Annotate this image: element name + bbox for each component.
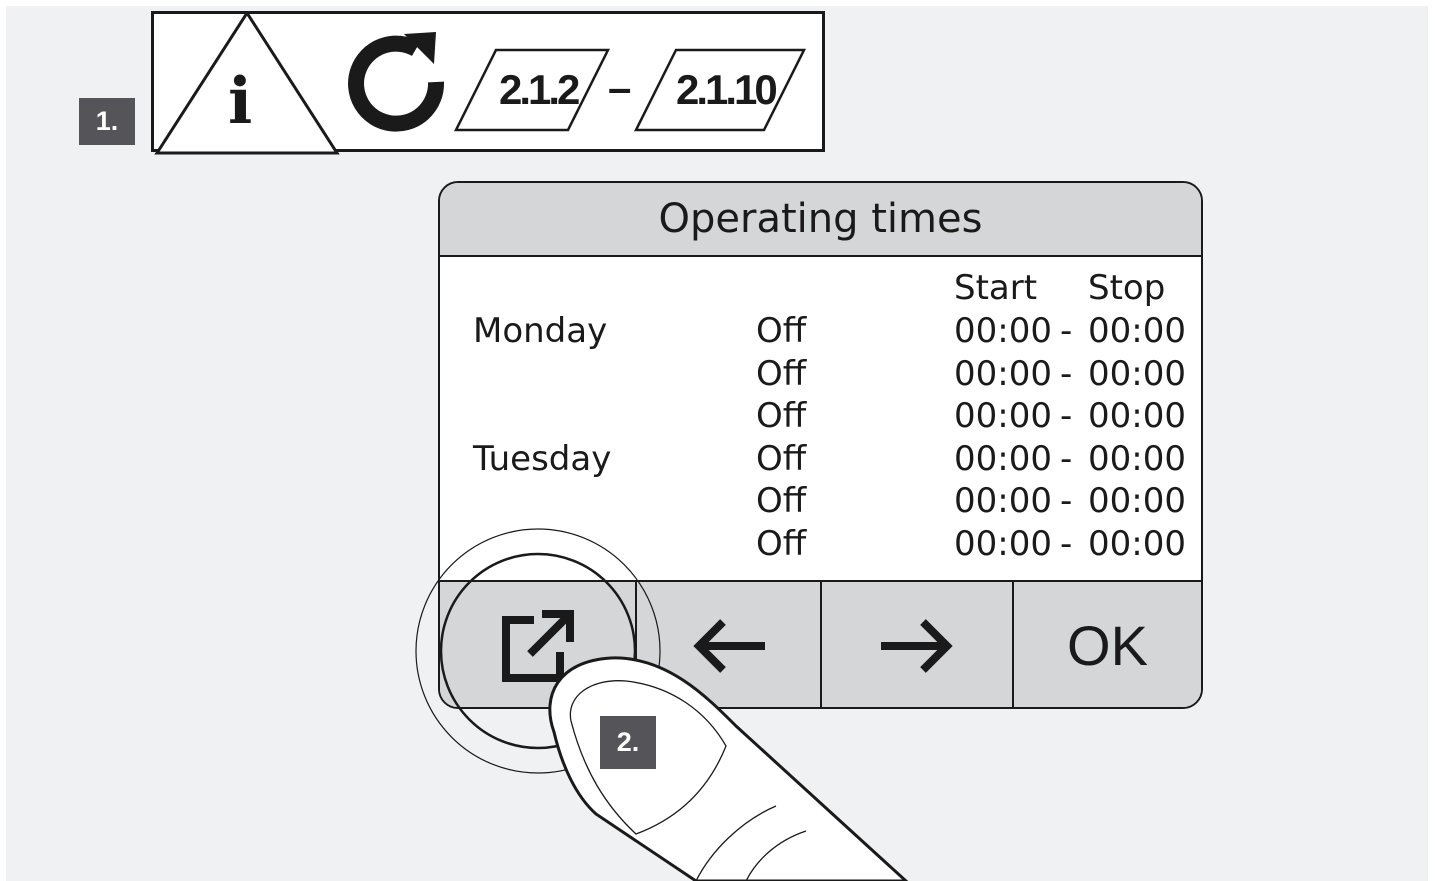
row-stop-time: 00:00 [1088,396,1186,437]
row-stop-time: 00:00 [1088,481,1186,522]
row-separator: - [1060,353,1073,394]
row-state: Off [756,481,807,522]
ok-button[interactable]: OK [1014,582,1201,707]
row-separator: - [1060,311,1073,351]
arrow-right-button[interactable] [822,582,1014,707]
stop-column-header: Stop [1088,268,1166,308]
edit-external-icon [501,609,574,682]
row-separator: - [1060,481,1073,522]
row-state: Off [756,396,807,437]
start-column-header: Start [954,268,1038,308]
row-stop-time: 00:00 [1088,438,1186,479]
row-start-time: 00:00 [954,353,1052,394]
illustration-canvas: 1. i 2.1.2 – 2.1.10 Operating times Star… [6,6,1428,881]
row-start-time: 00:00 [954,524,1052,564]
row-state: Off [756,524,807,564]
row-separator: - [1060,524,1073,564]
row-stop-time: 00:00 [1088,524,1186,564]
row-stop-time: 00:00 [1088,311,1186,351]
param-range-dash: – [608,64,632,111]
screen-title: Operating times [440,183,1201,257]
reset-arrow-icon [348,32,445,132]
row-start-time: 00:00 [954,438,1052,479]
edit-button[interactable] [440,582,637,707]
device-screen: Operating times Start Stop Monday Off 00:0… [438,181,1203,709]
row-state: Off [756,438,807,479]
button-bar: OK [440,580,1201,707]
row-day: Tuesday [473,438,612,479]
instruction-banner: i 2.1.2 – 2.1.10 [151,11,825,155]
row-day: Monday [473,311,608,351]
row-stop-time: 00:00 [1088,353,1186,394]
arrow-left-button[interactable] [637,582,822,707]
row-separator: - [1060,396,1073,437]
param-start-code: 2.1.2 [499,66,580,113]
row-state: Off [756,311,807,351]
step-2-badge: 2. [600,716,656,769]
row-separator: - [1060,438,1073,479]
row-start-time: 00:00 [954,396,1052,437]
arrow-left-icon [692,618,765,673]
step-1-badge: 1. [79,98,135,145]
info-symbol: i [228,64,253,139]
row-start-time: 00:00 [954,311,1052,351]
row-state: Off [756,353,807,394]
arrow-right-icon [881,618,953,673]
row-start-time: 00:00 [954,481,1052,522]
param-end-code: 2.1.10 [676,66,778,113]
ok-label: OK [1067,614,1148,677]
